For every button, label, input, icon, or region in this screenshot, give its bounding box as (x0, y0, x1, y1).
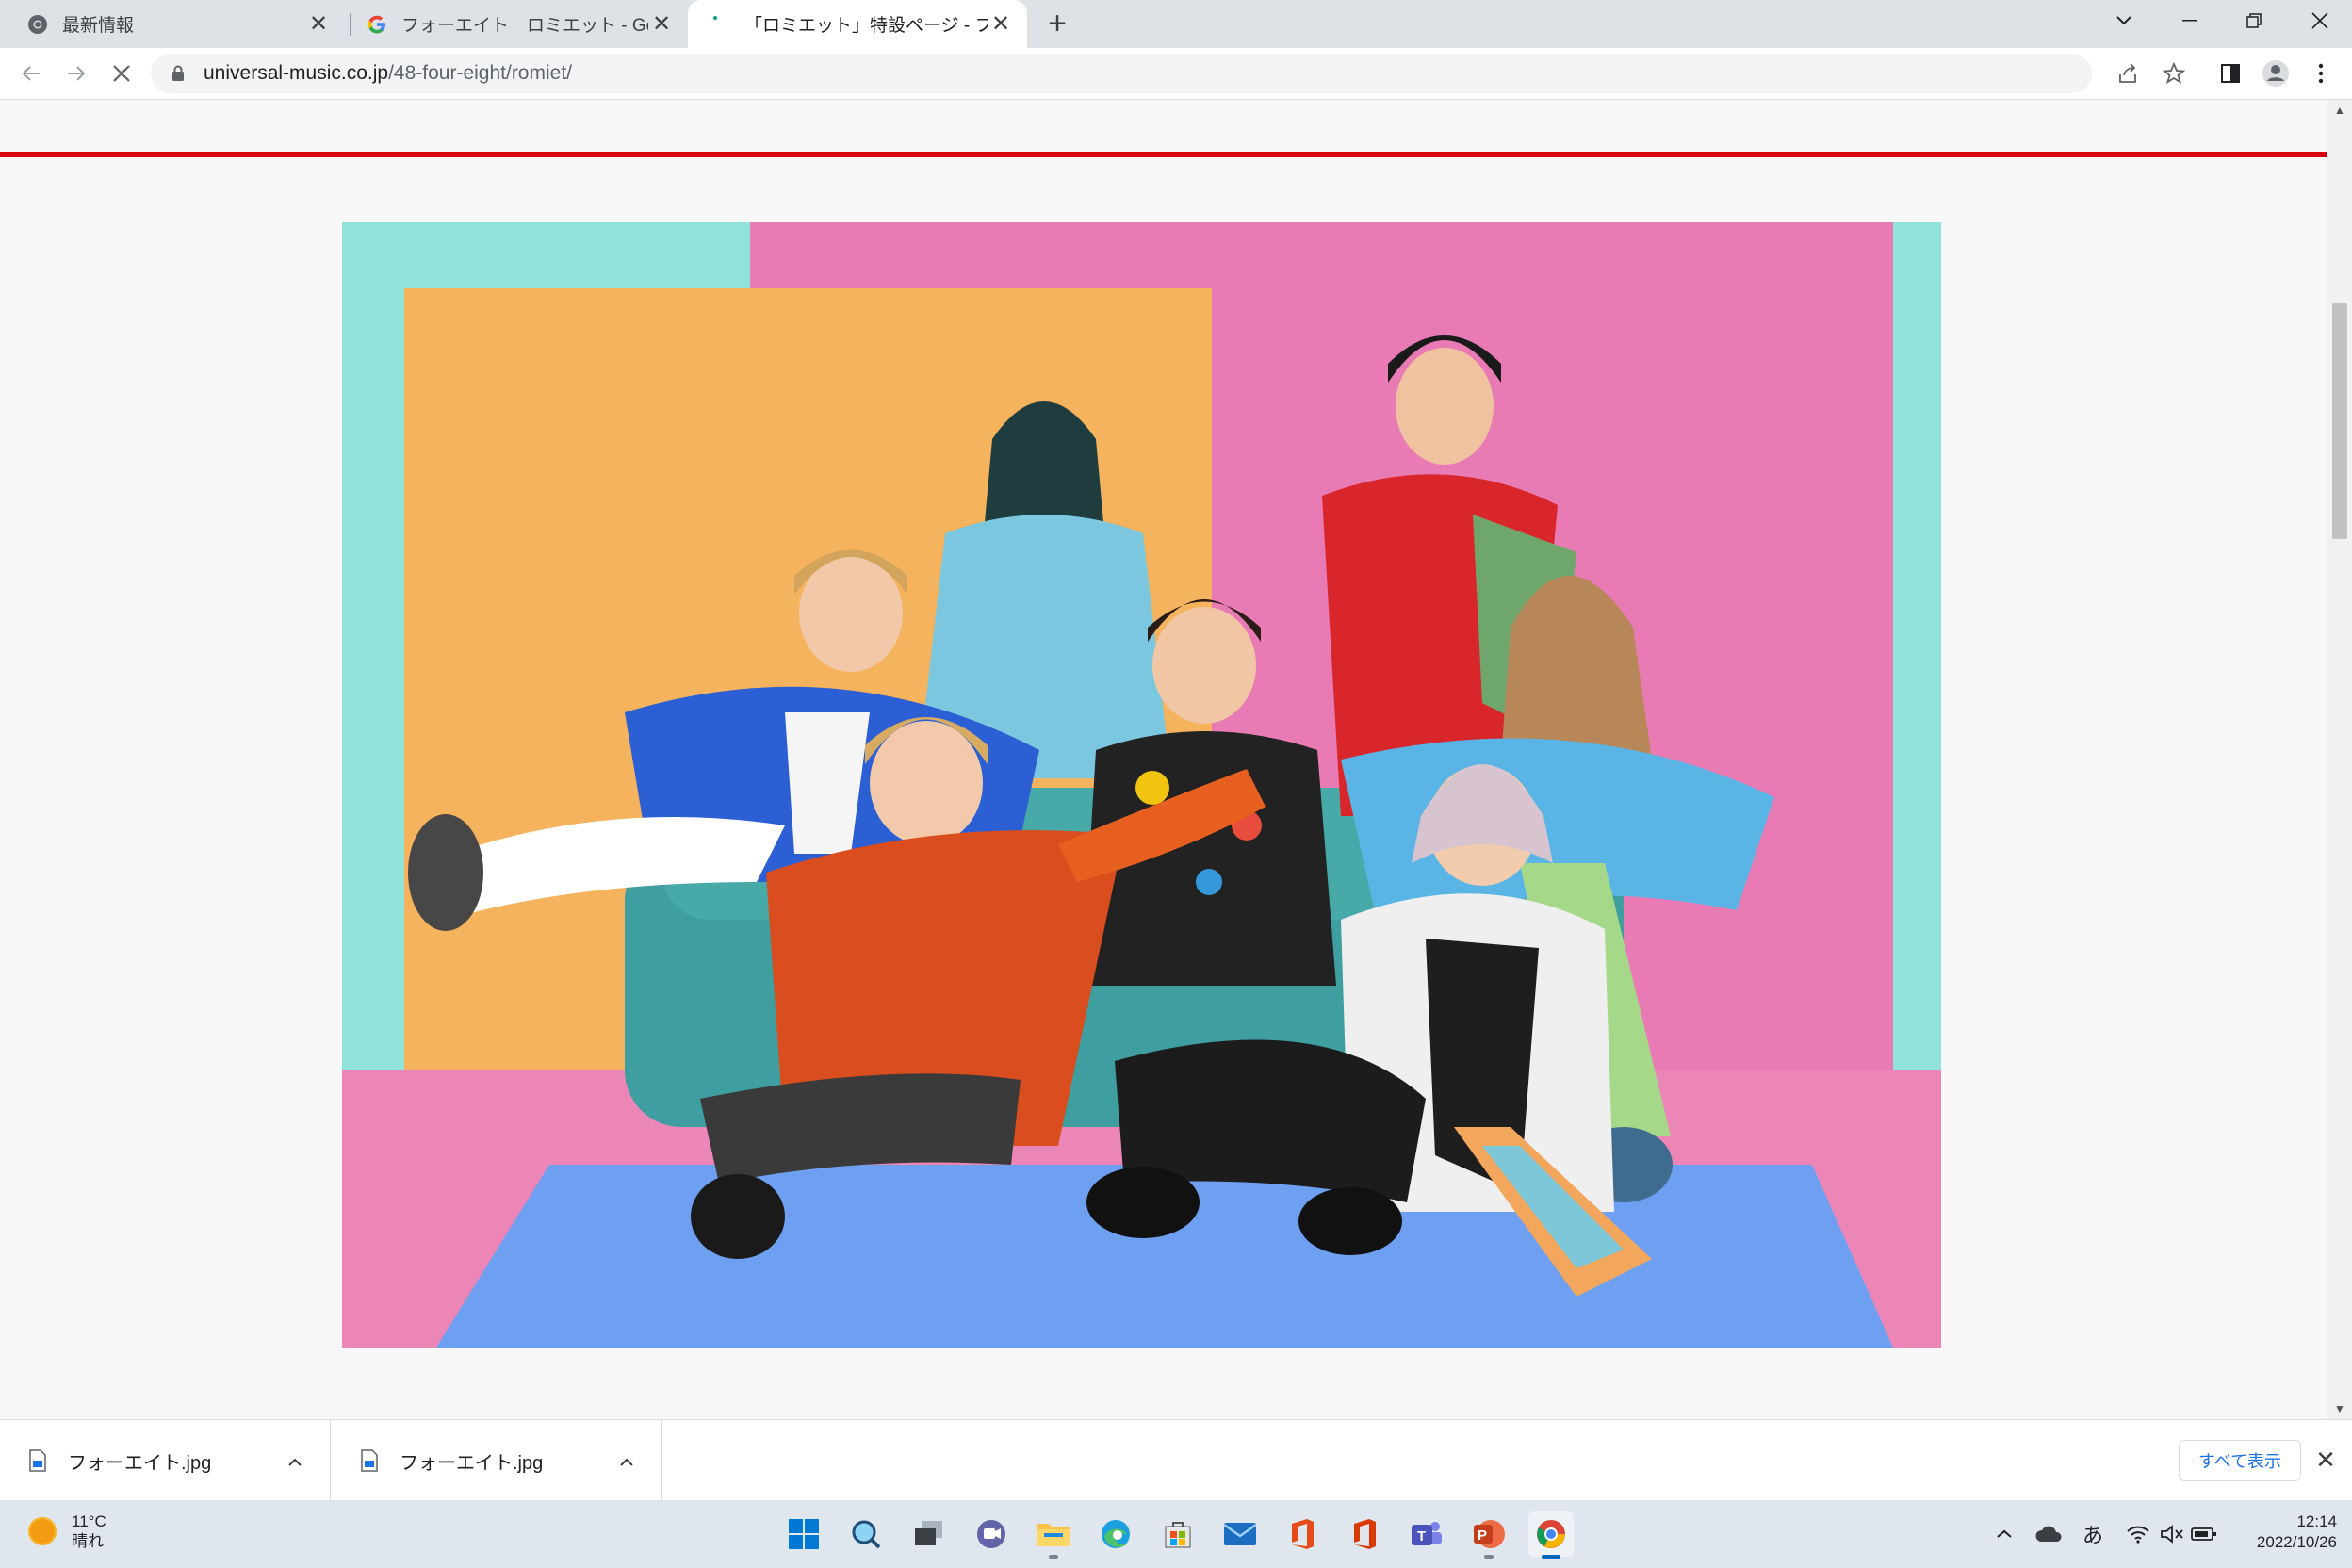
teams-icon: T (1412, 1522, 1442, 1545)
close-download-bar-icon[interactable]: ✕ (2311, 1445, 2341, 1475)
folder-icon (1037, 1524, 1070, 1546)
tab-strip: 最新情報 ✕ フォーエイト ロミエット - Google 検索 ✕ 「ロミエット… (0, 0, 2352, 48)
page-loading-icon (709, 13, 731, 36)
group-photo-illustration (342, 222, 1941, 1348)
close-tab-icon[interactable]: ✕ (305, 11, 332, 38)
stop-loading-button[interactable] (104, 56, 139, 91)
header-accent-line (0, 152, 2328, 157)
tab-separator (350, 13, 351, 36)
share-icon[interactable] (2113, 57, 2145, 90)
chevron-up-icon[interactable] (612, 1448, 641, 1473)
clock-date: 2022/10/26 (2256, 1533, 2337, 1551)
profile-avatar-icon[interactable] (2260, 57, 2292, 90)
menu-kebab-icon[interactable] (2305, 57, 2337, 90)
download-file-name: フォーエイト.jpg (68, 1452, 212, 1474)
store-icon (1165, 1522, 1191, 1548)
powerpoint-button[interactable]: P (1466, 1511, 1511, 1559)
windows-logo-icon (789, 1519, 819, 1549)
chrome-icon (26, 13, 49, 36)
restore-button[interactable] (2226, 0, 2282, 41)
chevron-up-icon[interactable] (281, 1448, 309, 1473)
side-panel-icon[interactable] (2214, 57, 2246, 90)
scroll-down-arrow-icon[interactable]: ▼ (2332, 1402, 2347, 1415)
weather-temp: 11°C (72, 1512, 106, 1530)
sun-weather-icon (28, 1517, 57, 1545)
scroll-up-arrow-icon[interactable]: ▲ (2332, 104, 2347, 117)
search-icon (852, 1520, 881, 1549)
battery-icon[interactable] (2188, 1517, 2220, 1551)
office-icon (1354, 1519, 1376, 1549)
running-indicator (1049, 1555, 1058, 1559)
ime-mode-indicator[interactable]: あ (2077, 1517, 2109, 1551)
bookmark-star-icon[interactable] (2158, 57, 2190, 90)
svg-text:T: T (1417, 1528, 1426, 1544)
browser-toolbar: universal-music.co.jp/48-four-eight/romi… (0, 48, 2352, 100)
download-file-name: フォーエイト.jpg (400, 1452, 544, 1474)
volume-muted-icon[interactable] (2156, 1517, 2188, 1551)
show-all-downloads-button[interactable]: すべて表示 (2179, 1440, 2301, 1481)
clock-time: 12:14 (2296, 1512, 2337, 1530)
weather-desc: 晴れ (72, 1532, 104, 1550)
windows-taskbar: 11°C 晴れ T P あ 12:14 2022/10/26 (0, 1500, 2352, 1568)
download-item[interactable]: フォーエイト.jpg (332, 1420, 662, 1501)
tab-title: 「ロミエット」特設ページ - フォーエイト48 (744, 16, 988, 36)
scrollbar-thumb[interactable] (2332, 303, 2347, 539)
download-bar: フォーエイト.jpg フォーエイト.jpg すべて表示 ✕ (0, 1419, 2352, 1501)
mail-button[interactable] (1217, 1511, 1263, 1557)
file-explorer-button[interactable] (1031, 1511, 1076, 1559)
powerpoint-icon: P (1474, 1520, 1505, 1548)
url-host: universal-music.co.jp (204, 62, 389, 84)
chrome-icon (1537, 1520, 1565, 1548)
tab-google-search[interactable]: フォーエイト ロミエット - Google 検索 ✕ (352, 0, 688, 48)
tab-title: フォーエイト ロミエット - Google 検索 (401, 16, 648, 36)
web-page (0, 100, 2328, 1419)
ms-store-button[interactable] (1155, 1511, 1200, 1557)
teams-chat-button[interactable] (969, 1511, 1014, 1557)
url-text: universal-music.co.jp/48-four-eight/romi… (204, 62, 572, 85)
page-scrollbar[interactable]: ▲ ▼ (2328, 100, 2352, 1419)
chat-icon (977, 1520, 1005, 1548)
tab-latest-news[interactable]: 最新情報 ✕ (0, 0, 345, 48)
edge-button[interactable] (1093, 1511, 1138, 1557)
forward-button[interactable] (58, 56, 94, 91)
mail-icon (1223, 1523, 1257, 1545)
task-view-button[interactable] (906, 1511, 952, 1557)
office-icon (1292, 1519, 1314, 1549)
url-path: /48-four-eight/romiet/ (388, 62, 572, 84)
running-indicator (1484, 1555, 1494, 1559)
close-tab-icon[interactable]: ✕ (648, 11, 675, 38)
office-button[interactable] (1280, 1511, 1325, 1557)
minimize-button[interactable] (2162, 0, 2218, 41)
back-button[interactable] (13, 56, 49, 91)
chrome-taskbar-button[interactable] (1528, 1511, 1574, 1559)
weather-widget[interactable]: 11°C 晴れ (28, 1511, 106, 1551)
group-photo (342, 222, 1941, 1348)
google-icon (366, 13, 388, 36)
office-app-button[interactable] (1342, 1511, 1387, 1557)
teams-button[interactable]: T (1404, 1511, 1449, 1557)
download-item[interactable]: フォーエイト.jpg (0, 1420, 331, 1501)
image-file-icon (360, 1449, 379, 1472)
image-file-icon (28, 1449, 47, 1472)
tab-romiet-page[interactable]: 「ロミエット」特設ページ - フォーエイト48 ✕ (688, 0, 1027, 48)
search-taskbar-button[interactable] (843, 1511, 889, 1557)
close-tab-icon[interactable]: ✕ (988, 11, 1014, 38)
onedrive-cloud-icon[interactable] (2032, 1517, 2066, 1551)
edge-icon (1102, 1520, 1130, 1548)
address-bar[interactable]: universal-music.co.jp/48-four-eight/romi… (151, 54, 2092, 93)
task-view-icon (915, 1521, 942, 1545)
weather-text: 11°C 晴れ (72, 1511, 106, 1551)
close-window-button[interactable] (2292, 0, 2348, 41)
tab-search-chevron-icon[interactable] (2096, 0, 2152, 41)
show-hidden-icons-chevron-icon[interactable] (1990, 1517, 2018, 1551)
tab-title: 最新情報 (62, 16, 135, 36)
wifi-icon[interactable] (2122, 1517, 2154, 1551)
start-button[interactable] (781, 1511, 826, 1557)
new-tab-button[interactable]: + (1040, 8, 1074, 41)
svg-text:P: P (1478, 1527, 1487, 1544)
taskbar-clock[interactable]: 12:14 2022/10/26 (2224, 1511, 2337, 1553)
running-indicator (1542, 1555, 1560, 1559)
lock-icon[interactable] (172, 63, 188, 84)
